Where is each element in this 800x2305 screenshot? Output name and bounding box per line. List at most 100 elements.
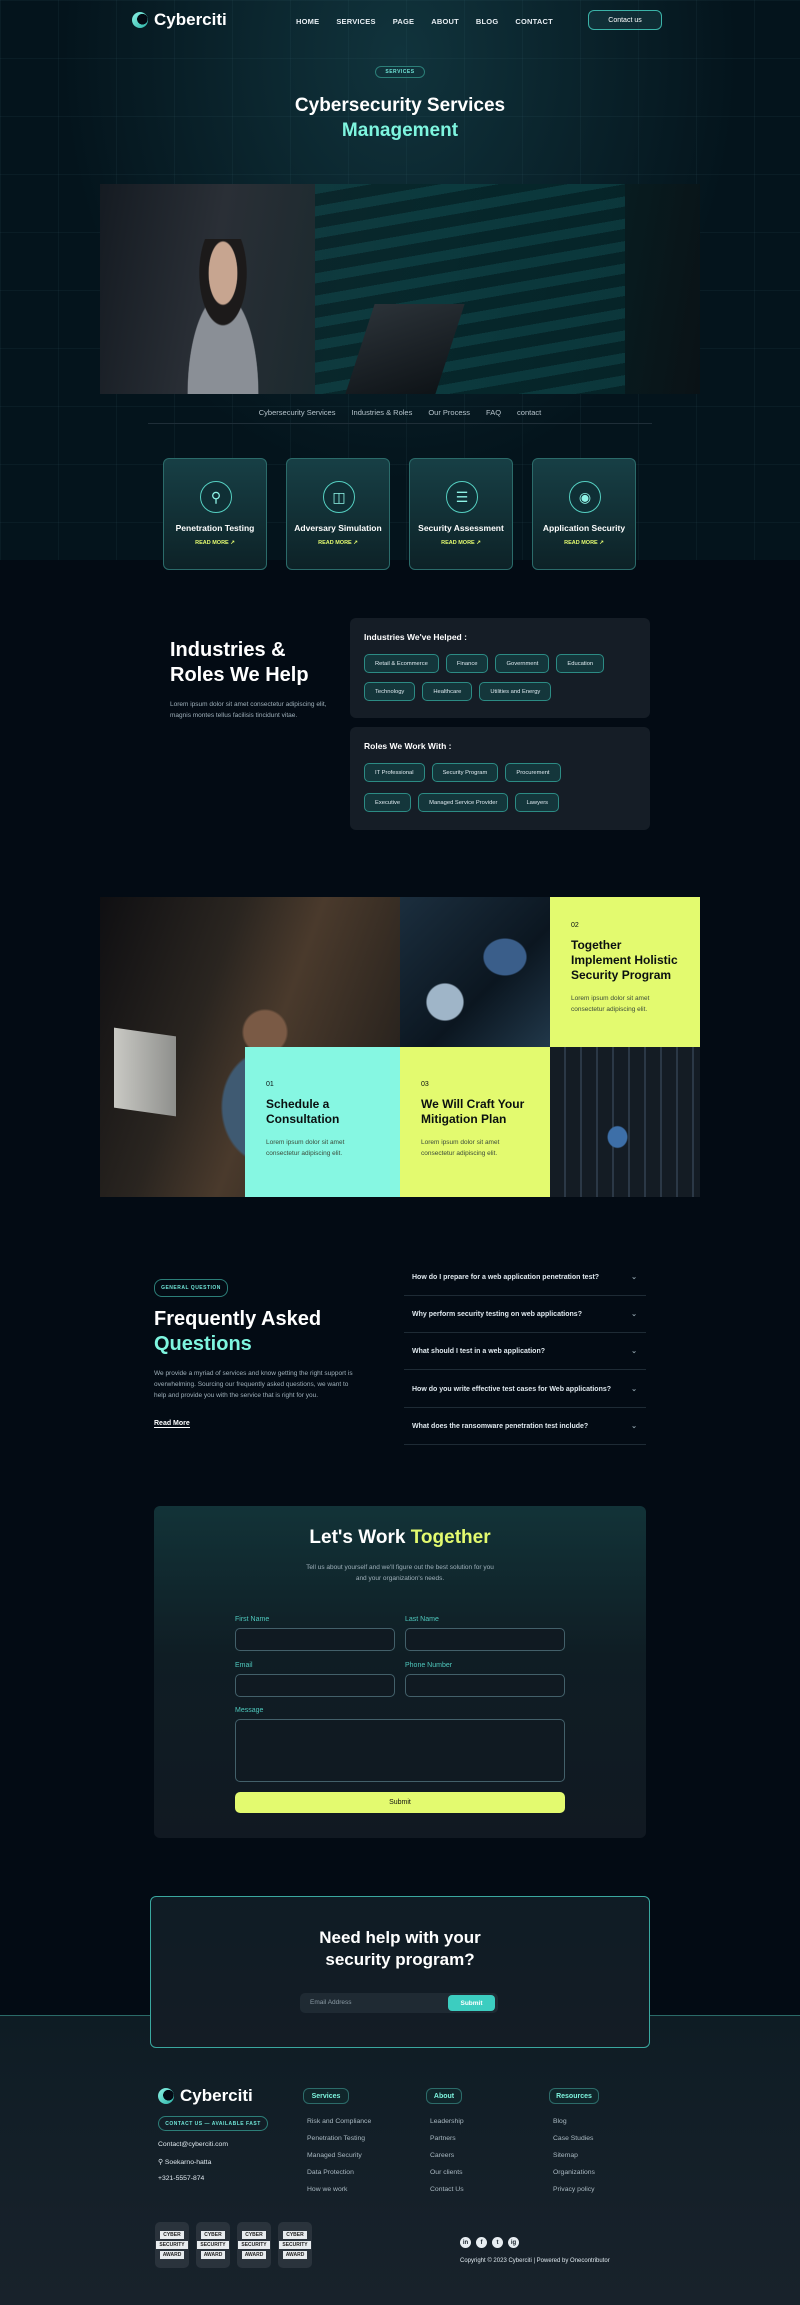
chevron-down-icon: ⌄: [631, 1386, 637, 1393]
footer-link[interactable]: Case Studies: [553, 2130, 595, 2147]
newsletter-email-input[interactable]: Email Address: [310, 1999, 352, 2006]
footer-resources-heading: Resources: [549, 2088, 599, 2104]
service-card-security-assessment[interactable]: ☰ Security Assessment READ MORE ↗: [409, 458, 513, 570]
faq-item[interactable]: Why perform security testing on web appl…: [404, 1296, 646, 1333]
faq-item[interactable]: How do I prepare for a web application p…: [404, 1259, 646, 1296]
chevron-down-icon: ⌄: [631, 1348, 637, 1355]
faq-item[interactable]: What does the ransomware penetration tes…: [404, 1408, 646, 1445]
footer-link[interactable]: Sitemap: [553, 2147, 595, 2164]
step-title: Schedule a Consultation: [266, 1097, 340, 1126]
message-textarea[interactable]: [235, 1719, 565, 1782]
role-tag[interactable]: IT Professional: [364, 763, 425, 782]
footer-brand-name: Cyberciti: [180, 2086, 253, 2105]
role-tag[interactable]: Lawyers: [515, 793, 560, 812]
read-more-link[interactable]: READ MORE ↗: [164, 540, 266, 546]
footer-link[interactable]: Privacy policy: [553, 2181, 595, 2198]
industry-tag[interactable]: Government: [495, 654, 550, 673]
subnav-process[interactable]: Our Process: [428, 408, 470, 423]
chevron-down-icon: ⌄: [631, 1311, 637, 1318]
subnav-contact[interactable]: contact: [517, 408, 541, 423]
footer-link[interactable]: Managed Security: [307, 2147, 371, 2164]
brand-logo[interactable]: Cyberciti: [132, 10, 227, 30]
footer-link[interactable]: Risk and Compliance: [307, 2113, 371, 2130]
read-more-link[interactable]: READ MORE ↗: [287, 540, 389, 546]
instagram-icon[interactable]: ig: [508, 2237, 519, 2248]
subnav-faq[interactable]: FAQ: [486, 408, 501, 423]
footer-email[interactable]: Contact@cyberciti.com: [158, 2141, 228, 2148]
industry-tag[interactable]: Finance: [445, 654, 489, 673]
footer-link[interactable]: Blog: [553, 2113, 595, 2130]
footer-link[interactable]: Leadership: [430, 2113, 464, 2130]
process-photo-server-room: [550, 1047, 700, 1197]
role-tag[interactable]: Security Program: [431, 763, 499, 782]
service-card-application-security[interactable]: ◉ Application Security READ MORE ↗: [532, 458, 636, 570]
industries-helped-panel: Industries We've Helped : Retail & Ecomm…: [350, 618, 650, 718]
nav-home[interactable]: HOME: [296, 17, 319, 26]
footer-link[interactable]: Penetration Testing: [307, 2130, 371, 2147]
section-subnav: Cybersecurity Services Industries & Role…: [148, 408, 652, 424]
service-card-penetration-testing[interactable]: ⚲ Penetration Testing READ MORE ↗: [163, 458, 267, 570]
footer-link[interactable]: Organizations: [553, 2164, 595, 2181]
footer-brand-logo[interactable]: Cyberciti: [158, 2086, 253, 2106]
industry-tag[interactable]: Education: [556, 654, 605, 673]
main-nav: HOME SERVICES PAGE ABOUT BLOG CONTACT: [296, 17, 553, 26]
footer-link[interactable]: Data Protection: [307, 2164, 371, 2181]
award-badge: CYBER SECURITY AWARD: [196, 2222, 230, 2268]
email-input[interactable]: [235, 1674, 395, 1697]
last-name-label: Last Name: [405, 1616, 439, 1623]
step-description: Lorem ipsum dolor sit amet consectetur a…: [421, 1139, 500, 1157]
subnav-industries[interactable]: Industries & Roles: [351, 408, 412, 423]
footer-location: ⚲ Soekarno-hatta: [158, 2159, 212, 2166]
faq-item[interactable]: What should I test in a web application?…: [404, 1333, 646, 1370]
faq-read-more-link[interactable]: Read More: [154, 1420, 190, 1428]
industry-tag[interactable]: Retail & Ecommerce: [364, 654, 439, 673]
faq-tag: GENERAL QUESTION: [154, 1279, 228, 1297]
footer-link[interactable]: How we work: [307, 2181, 371, 2198]
role-tag[interactable]: Executive: [364, 793, 412, 812]
read-more-link[interactable]: READ MORE ↗: [410, 540, 512, 546]
contact-form-title: Let's Work Together: [309, 1527, 491, 1548]
industry-tag[interactable]: Healthcare: [422, 682, 473, 701]
last-name-input[interactable]: [405, 1628, 565, 1651]
phone-input[interactable]: [405, 1674, 565, 1697]
nav-services[interactable]: SERVICES: [336, 17, 375, 26]
footer-award-badges: CYBER SECURITY AWARD CYBER SECURITY AWARD CY…: [155, 2222, 312, 2268]
footer-link[interactable]: Careers: [430, 2147, 464, 2164]
facebook-icon[interactable]: f: [476, 2237, 487, 2248]
nav-contact[interactable]: CONTACT: [515, 17, 553, 26]
globe-icon: ◉: [569, 481, 601, 513]
nav-about[interactable]: ABOUT: [431, 17, 459, 26]
footer-availability-badge: CONTACT US — AVAILABLE FAST: [158, 2116, 268, 2131]
industries-helped-title: Industries We've Helped :: [364, 632, 467, 642]
footer-phone[interactable]: +321-5557-874: [158, 2175, 204, 2182]
nav-blog[interactable]: BLOG: [476, 17, 498, 26]
nav-page[interactable]: PAGE: [393, 17, 415, 26]
footer-link[interactable]: Our clients: [430, 2164, 464, 2181]
newsletter-submit-button[interactable]: Submit: [448, 1995, 495, 2011]
form-submit-button[interactable]: Submit: [235, 1792, 565, 1813]
industry-tag[interactable]: Technology: [364, 682, 416, 701]
first-name-input[interactable]: [235, 1628, 395, 1651]
twitter-icon[interactable]: t: [492, 2237, 503, 2248]
footer-link[interactable]: Partners: [430, 2130, 464, 2147]
role-tag[interactable]: Procurement: [505, 763, 561, 782]
contact-us-button[interactable]: Contact us: [588, 10, 662, 30]
footer-copyright: Copyright © 2023 Cyberciti | Powered by …: [460, 2258, 610, 2264]
monitor-icon: ◫: [323, 481, 355, 513]
footer-link[interactable]: Contact Us: [430, 2181, 464, 2198]
service-card-adversary-simulation[interactable]: ◫ Adversary Simulation READ MORE ↗: [286, 458, 390, 570]
clipboard-icon: ☰: [446, 481, 478, 513]
brand-mark-icon: [132, 12, 148, 28]
email-label: Email: [235, 1662, 253, 1669]
role-tag[interactable]: Managed Service Provider: [418, 793, 509, 812]
first-name-label: First Name: [235, 1616, 270, 1623]
award-badge: CYBER SECURITY AWARD: [237, 2222, 271, 2268]
process-photo-team: [400, 897, 550, 1047]
subnav-services[interactable]: Cybersecurity Services: [259, 408, 336, 423]
faq-item[interactable]: How do you write effective test cases fo…: [404, 1371, 646, 1408]
award-badge: CYBER SECURITY AWARD: [155, 2222, 189, 2268]
industry-tag[interactable]: Utilities and Energy: [479, 682, 552, 701]
step-number: 02: [571, 922, 579, 929]
linkedin-icon[interactable]: in: [460, 2237, 471, 2248]
read-more-link[interactable]: READ MORE ↗: [533, 540, 635, 546]
